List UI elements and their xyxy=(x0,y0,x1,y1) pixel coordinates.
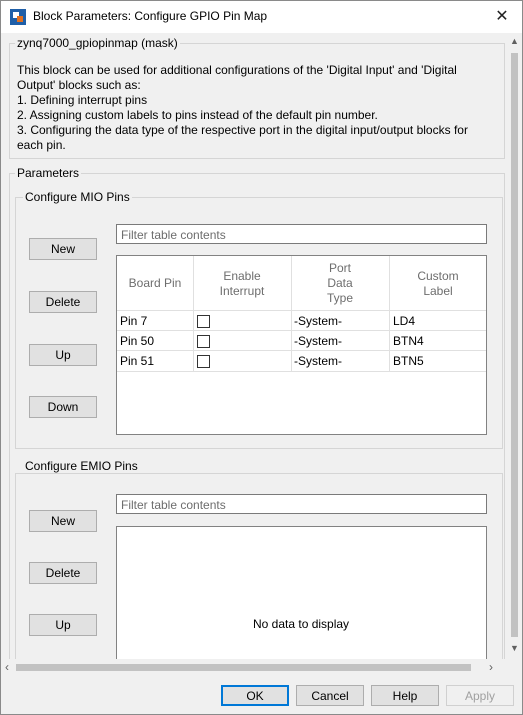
apply-button: Apply xyxy=(446,685,514,706)
column-divider xyxy=(193,256,194,372)
mio-new-button[interactable]: New xyxy=(29,238,97,260)
cell-custom-label[interactable]: BTN5 xyxy=(393,351,424,371)
column-header-port-data-type[interactable]: Port Data Type xyxy=(291,261,389,306)
mask-description: This block can be used for additional co… xyxy=(17,63,497,153)
dialog-window: Block Parameters: Configure GPIO Pin Map… xyxy=(0,0,523,715)
description-line: 2. Assigning custom labels to pins inste… xyxy=(17,108,378,122)
cell-board-pin[interactable]: Pin 51 xyxy=(120,351,154,371)
column-header-board-pin[interactable]: Board Pin xyxy=(117,276,193,291)
cancel-button[interactable]: Cancel xyxy=(296,685,364,706)
emio-up-button[interactable]: Up xyxy=(29,614,97,636)
column-header-enable-interrupt[interactable]: Enable Interrupt xyxy=(193,269,291,299)
mio-down-button[interactable]: Down xyxy=(29,396,97,418)
description-line: This block can be used for additional co… xyxy=(17,63,457,77)
emio-pin-table: No data to display xyxy=(116,526,487,659)
parameters-legend: Parameters xyxy=(15,166,82,180)
dialog-footer: OK Cancel Help Apply xyxy=(1,676,522,714)
horizontal-scroll-thumb[interactable] xyxy=(16,664,471,671)
close-button[interactable]: ✕ xyxy=(482,1,522,33)
cell-port-data-type[interactable]: -System- xyxy=(294,351,342,371)
ok-button[interactable]: OK xyxy=(221,685,289,706)
window-title: Block Parameters: Configure GPIO Pin Map xyxy=(33,9,268,23)
description-line: 3. Configuring the data type of the resp… xyxy=(17,123,468,137)
scroll-left-icon[interactable]: ‹ xyxy=(5,660,9,674)
vertical-scroll-thumb[interactable] xyxy=(511,53,518,637)
enable-interrupt-checkbox[interactable] xyxy=(197,355,210,368)
dialog-content: zynq7000_gpiopinmap (mask) This block ca… xyxy=(1,33,507,659)
column-header-custom-label[interactable]: Custom Label xyxy=(389,269,487,299)
emio-new-button[interactable]: New xyxy=(29,510,97,532)
help-button[interactable]: Help xyxy=(371,685,439,706)
emio-filter-input[interactable]: Filter table contents xyxy=(116,494,487,514)
title-bar: Block Parameters: Configure GPIO Pin Map… xyxy=(1,1,522,33)
mio-delete-button[interactable]: Delete xyxy=(29,291,97,313)
emio-legend: Configure EMIO Pins xyxy=(23,459,140,473)
column-divider xyxy=(291,256,292,372)
description-line: Output' blocks such as: xyxy=(17,78,141,92)
scroll-right-icon[interactable]: › xyxy=(489,660,493,674)
mio-pin-table: Board Pin Enable Interrupt Port Data Typ… xyxy=(116,255,487,435)
enable-interrupt-checkbox[interactable] xyxy=(197,335,210,348)
mio-filter-input[interactable]: Filter table contents xyxy=(116,224,487,244)
scroll-up-icon[interactable]: ▲ xyxy=(510,36,519,46)
cell-port-data-type[interactable]: -System- xyxy=(294,311,342,331)
horizontal-scrollbar[interactable]: ‹ › xyxy=(1,659,507,676)
header-line: Type xyxy=(326,291,353,305)
cell-port-data-type[interactable]: -System- xyxy=(294,331,342,351)
header-line: Port xyxy=(328,261,351,275)
mio-up-button[interactable]: Up xyxy=(29,344,97,366)
mio-legend: Configure MIO Pins xyxy=(23,190,132,204)
header-line: Enable xyxy=(223,269,261,283)
header-line: Interrupt xyxy=(219,284,265,298)
scroll-down-icon[interactable]: ▼ xyxy=(510,643,519,653)
description-line: 1. Defining interrupt pins xyxy=(17,93,148,107)
header-line: Data xyxy=(327,276,353,290)
cell-board-pin[interactable]: Pin 7 xyxy=(120,311,147,331)
header-line: Label xyxy=(423,284,453,298)
emio-delete-button[interactable]: Delete xyxy=(29,562,97,584)
vertical-scrollbar[interactable]: ▲ ▼ xyxy=(507,33,522,661)
column-divider xyxy=(389,256,390,372)
cell-custom-label[interactable]: BTN4 xyxy=(393,331,424,351)
simulink-block-icon xyxy=(10,9,26,25)
cell-custom-label[interactable]: LD4 xyxy=(393,311,415,331)
header-line: Board Pin xyxy=(128,276,182,290)
header-line: Custom xyxy=(417,269,459,283)
row-divider xyxy=(117,371,486,372)
cell-board-pin[interactable]: Pin 50 xyxy=(120,331,154,351)
enable-interrupt-checkbox[interactable] xyxy=(197,315,210,328)
mask-legend: zynq7000_gpiopinmap (mask) xyxy=(15,36,180,50)
description-line: each pin. xyxy=(17,138,66,152)
empty-table-message: No data to display xyxy=(253,617,350,631)
